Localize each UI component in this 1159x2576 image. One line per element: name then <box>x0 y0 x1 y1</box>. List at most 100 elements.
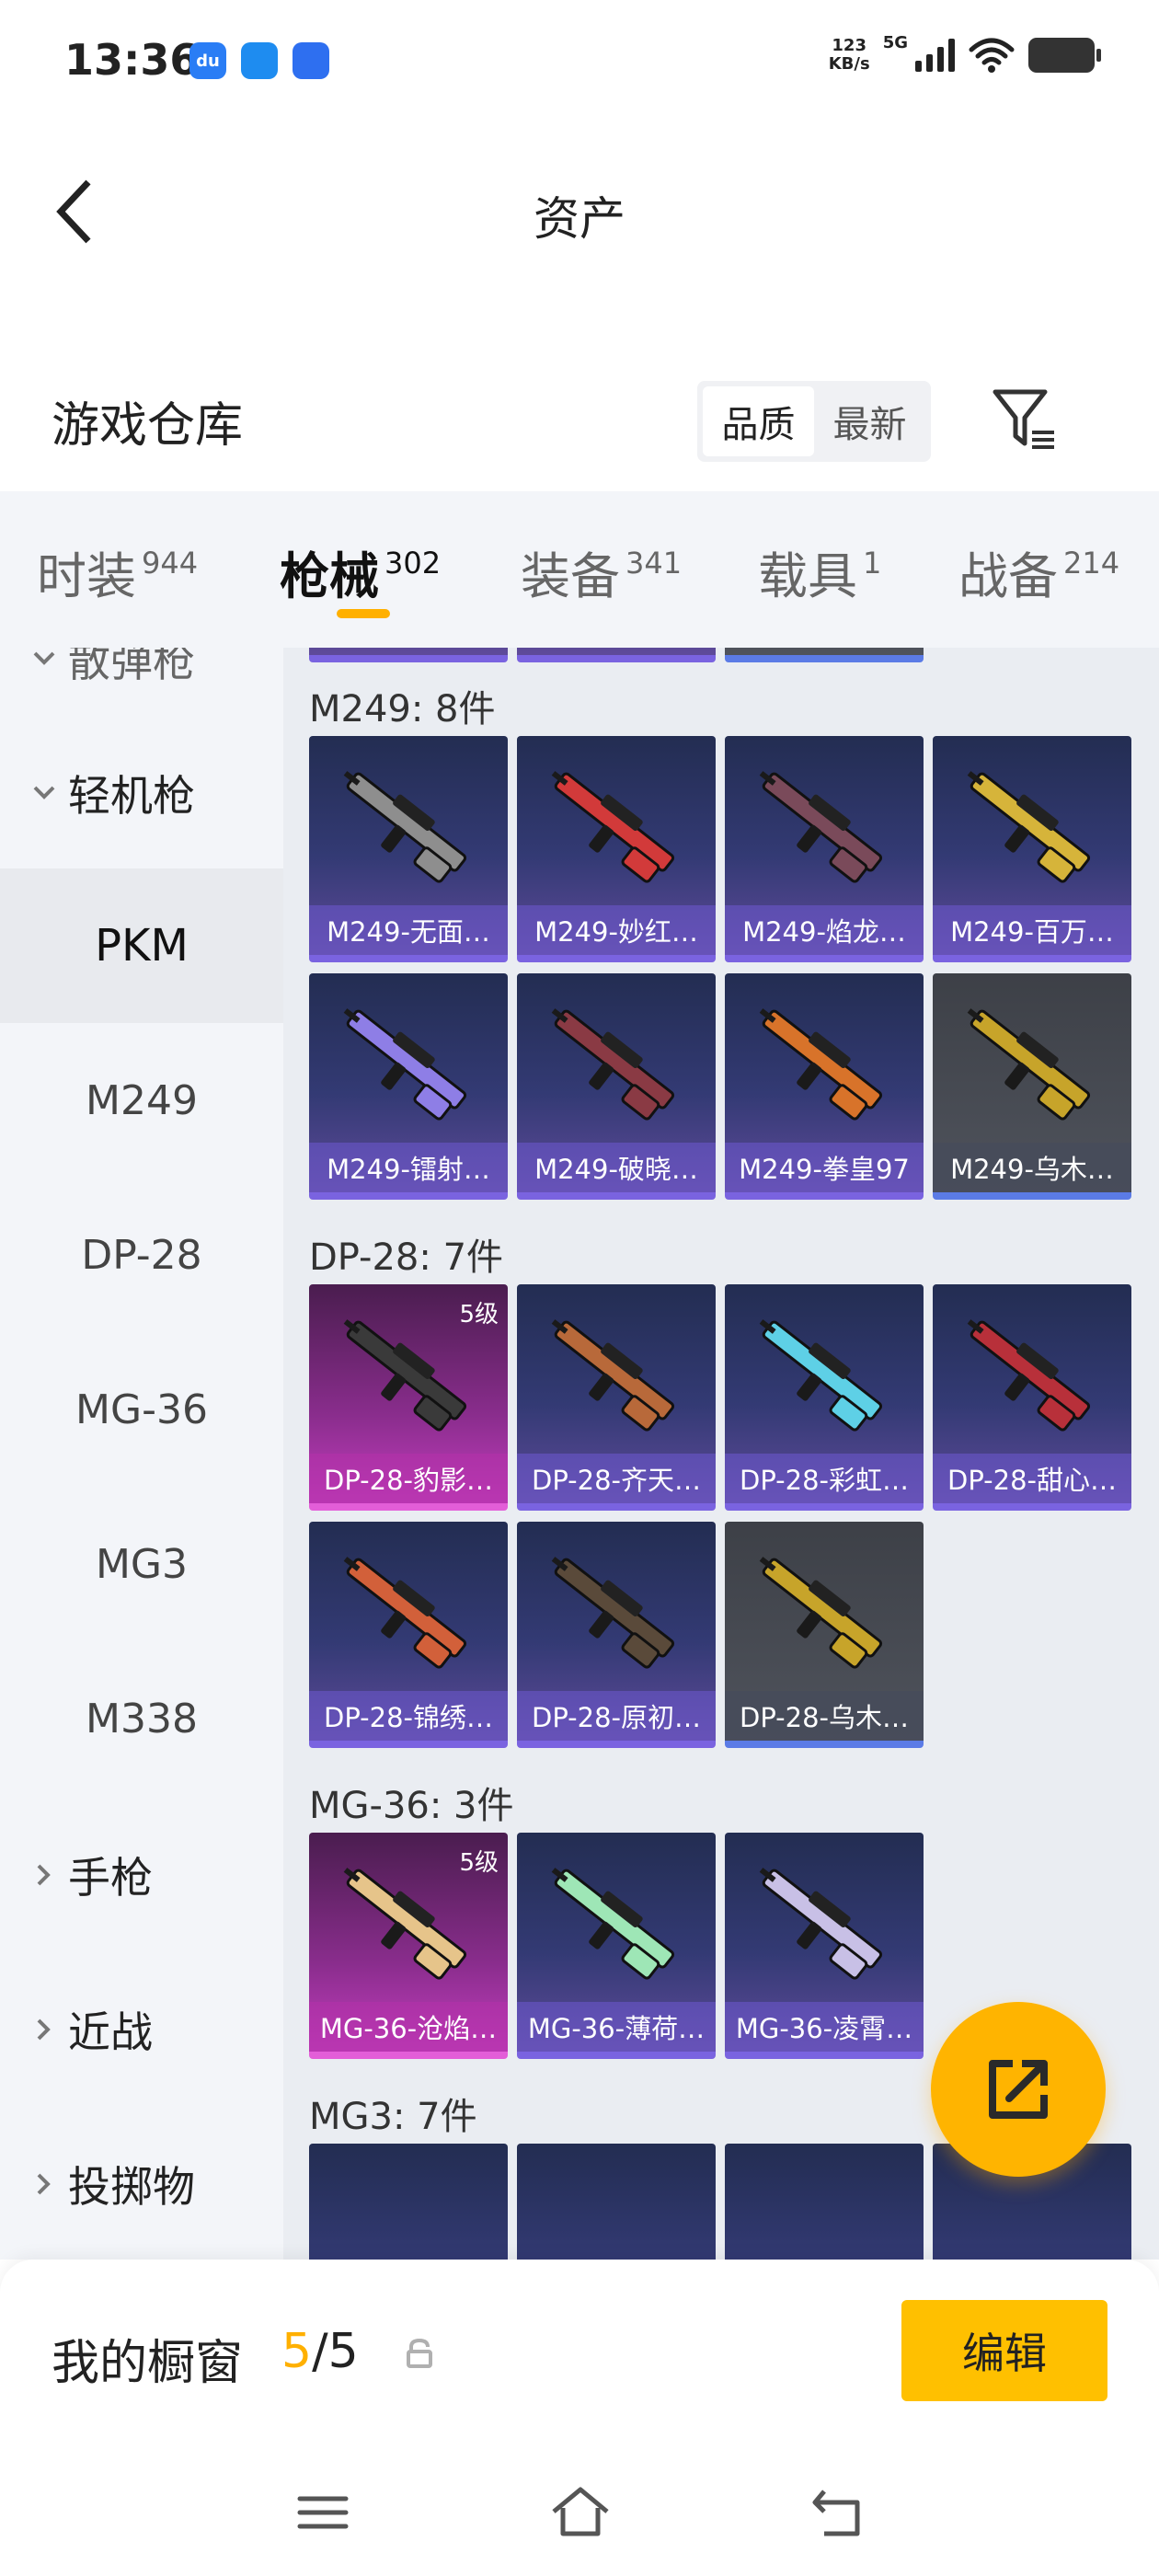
item-card-partial[interactable] <box>725 648 924 662</box>
tab-fashion[interactable]: 时装 944 <box>37 535 198 608</box>
chevron-right-icon <box>24 2164 64 2204</box>
sidebar-category-melee[interactable]: 近战 <box>0 1974 283 2085</box>
item-card[interactable]: DP-28-乌木… <box>725 1522 924 1748</box>
item-card[interactable]: M249-镭射… <box>309 973 508 1200</box>
tab-label: 载具 <box>758 547 857 605</box>
tab-firearms[interactable]: 枪械 302 <box>280 535 441 608</box>
sort-toggle: 品质 最新 <box>697 381 931 462</box>
item-card[interactable]: M249-拳皇97 <box>725 973 924 1200</box>
item-card-partial[interactable] <box>517 648 716 662</box>
item-card[interactable]: M249-无面… <box>309 736 508 962</box>
tab-count: 214 <box>1063 546 1120 581</box>
status-bar: 13:36 du 123 KB/s 5G <box>0 0 1159 120</box>
sort-option-newest[interactable]: 最新 <box>814 386 925 456</box>
item-card[interactable]: 5级 DP-28-豹影… <box>309 1284 508 1511</box>
chevron-down-icon <box>24 773 64 813</box>
item-card-partial[interactable] <box>517 2144 716 2260</box>
network-type-label: 5G <box>882 32 908 52</box>
item-name: DP-28-彩虹… <box>725 1454 924 1503</box>
item-card[interactable]: M249-破晓… <box>517 973 716 1200</box>
signal-icon <box>915 39 955 72</box>
showcase-title: 我的橱窗 <box>52 2336 244 2391</box>
chevron-right-icon <box>24 2009 64 2050</box>
tab-vehicles[interactable]: 载具 1 <box>758 535 881 608</box>
item-card[interactable]: M249-焰龙… <box>725 736 924 962</box>
sidebar-category-throwable[interactable]: 投掷物 <box>0 2129 283 2239</box>
item-card[interactable]: DP-28-原初… <box>517 1522 716 1748</box>
item-card[interactable]: M249-乌木… <box>933 973 1131 1200</box>
weapon-skin-icon <box>967 1008 1091 1121</box>
share-button[interactable] <box>931 2002 1106 2177</box>
sidebar-category-label: 手枪 <box>68 1853 153 1903</box>
item-card-partial[interactable] <box>309 2144 508 2260</box>
weapon-skin-icon <box>759 1008 883 1121</box>
item-card-partial[interactable] <box>309 648 508 662</box>
showcase-count-total: /5 <box>312 2324 359 2379</box>
item-card[interactable]: DP-28-彩虹… <box>725 1284 924 1511</box>
sidebar-category-pistol[interactable]: 手枪 <box>0 1820 283 1930</box>
item-card[interactable]: DP-28-甜心… <box>933 1284 1131 1511</box>
tab-count: 944 <box>142 546 199 581</box>
item-level-badge: 5级 <box>459 1301 499 1328</box>
wifi-icon <box>969 38 1015 73</box>
status-time: 13:36 <box>64 35 200 85</box>
menu-icon[interactable] <box>291 2480 355 2545</box>
weapon-skin-icon <box>551 1319 675 1432</box>
sidebar-item-m338[interactable]: M338 <box>0 1641 283 1796</box>
battery-icon <box>1028 38 1101 73</box>
weapon-skin-icon <box>551 1868 675 1980</box>
sidebar-category-label: 投掷物 <box>68 2162 195 2212</box>
filter-button[interactable] <box>988 383 1061 456</box>
item-level-badge: 5级 <box>459 1849 499 1877</box>
tab-label: 枪械 <box>280 547 379 605</box>
sidebar-item-mg3[interactable]: MG3 <box>0 1487 283 1641</box>
weapon-skin-icon <box>343 1557 467 1669</box>
title-bar: 资产 <box>0 120 1159 304</box>
item-name: MG-36-薄荷… <box>517 2002 716 2052</box>
item-card[interactable]: MG-36-凌霄… <box>725 1833 924 2059</box>
edit-button[interactable]: 编辑 <box>901 2300 1107 2401</box>
tab-label: 战备 <box>958 547 1058 605</box>
home-icon[interactable] <box>548 2480 613 2545</box>
sidebar-category-label: 近战 <box>68 2007 153 2057</box>
tab-equipment[interactable]: 装备 341 <box>521 535 682 608</box>
network-speed-value: 123 <box>832 36 866 55</box>
share-icon <box>989 2060 1048 2119</box>
sidebar-category-lmg[interactable]: 轻机枪 <box>0 738 283 848</box>
section-title: M249: 8件 <box>309 688 496 730</box>
item-card[interactable]: 5级 MG-36-沧焰… <box>309 1833 508 2059</box>
item-name: M249-无面… <box>309 905 508 955</box>
tab-supplies[interactable]: 战备 214 <box>958 535 1119 608</box>
item-card[interactable]: MG-36-薄荷… <box>517 1833 716 2059</box>
sidebar-item-pkm[interactable]: PKM <box>0 868 283 1023</box>
lock-icon <box>407 2338 432 2368</box>
item-name: DP-28-锦绣… <box>309 1691 508 1741</box>
warehouse-header: 游戏仓库 品质 最新 <box>0 359 1159 478</box>
item-card[interactable]: M249-百万… <box>933 736 1131 962</box>
item-name: MG-36-沧焰… <box>309 2002 508 2052</box>
item-card-partial[interactable] <box>725 2144 924 2260</box>
item-card[interactable]: DP-28-齐天… <box>517 1284 716 1511</box>
network-speed-unit: KB/s <box>828 54 870 74</box>
back-nav-icon[interactable] <box>806 2480 870 2545</box>
item-card[interactable]: M249-妙红… <box>517 736 716 962</box>
status-app-icon <box>241 42 278 79</box>
item-card[interactable]: DP-28-锦绣… <box>309 1522 508 1748</box>
sidebar-category-label: 轻机枪 <box>68 771 195 821</box>
section-title: DP-28: 7件 <box>309 1236 504 1279</box>
sidebar-item-dp28[interactable]: DP-28 <box>0 1178 283 1332</box>
sort-option-quality[interactable]: 品质 <box>703 386 814 456</box>
sidebar-item-mg36[interactable]: MG-36 <box>0 1332 283 1487</box>
tab-count: 302 <box>384 546 442 581</box>
sidebar-category-label: 散弹枪 <box>68 648 195 686</box>
item-name: MG-36-凌霄… <box>725 2002 924 2052</box>
sidebar-category-shotgun[interactable]: 散弹枪 <box>0 648 283 714</box>
weapon-skin-icon <box>759 1557 883 1669</box>
tab-count: 1 <box>863 546 882 581</box>
weapon-skin-icon <box>759 1868 883 1980</box>
tab-count: 341 <box>625 546 683 581</box>
showcase-panel: 我的橱窗 5/5 编辑 <box>0 2260 1159 2453</box>
weapon-skin-icon <box>759 1319 883 1432</box>
sidebar-item-m249[interactable]: M249 <box>0 1023 283 1178</box>
item-name: DP-28-甜心… <box>933 1454 1131 1503</box>
